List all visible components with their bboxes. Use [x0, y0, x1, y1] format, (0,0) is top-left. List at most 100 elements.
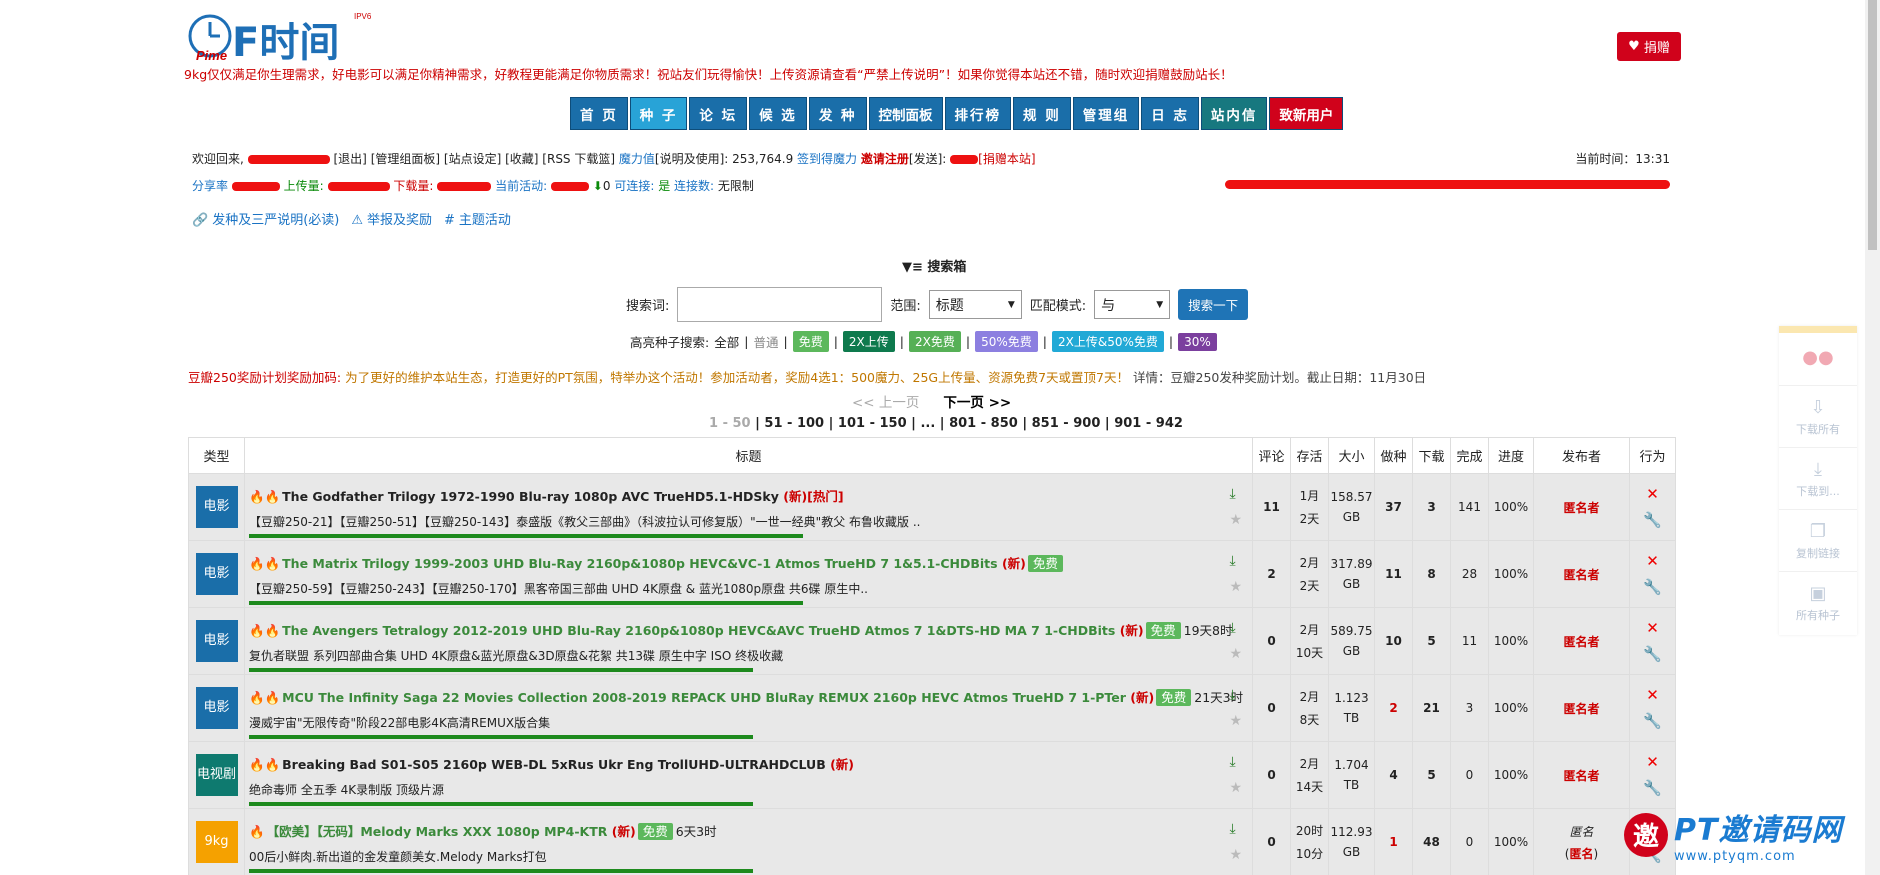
wrench-icon[interactable]: 🔧 [1643, 511, 1662, 529]
nav-offers[interactable]: 候 选 [749, 97, 807, 130]
category-badge[interactable]: 电视剧 [195, 754, 238, 796]
comments-cell[interactable]: 2 [1252, 540, 1291, 608]
leechers-cell[interactable]: 8 [1412, 540, 1451, 608]
col-seeders[interactable]: 做种 [1374, 437, 1413, 474]
comments-cell[interactable]: 0 [1252, 607, 1291, 675]
nav-home[interactable]: 首 页 [570, 97, 628, 130]
close-icon[interactable]: ✕ [1646, 552, 1659, 570]
comments-cell[interactable]: 11 [1252, 473, 1291, 541]
torrent-title-link[interactable]: 【欧美】【无码】Melody Marks XXX 1080p MP4-KTR [267, 824, 608, 839]
search-input[interactable] [677, 287, 883, 322]
comments-cell[interactable]: 0 [1252, 808, 1291, 875]
hl-free[interactable]: 免费 [792, 331, 829, 352]
leechers-cell[interactable]: 48 [1412, 808, 1451, 875]
page-link[interactable]: 851 - 900 [1032, 416, 1101, 431]
search-box-heading[interactable]: ▼≡ 搜索箱 [902, 256, 966, 275]
download-icon[interactable]: ⤓ [1229, 687, 1242, 703]
hl-2xup50[interactable]: 2X上传&50%免费 [1051, 331, 1164, 352]
completed-cell[interactable]: 0 [1450, 741, 1489, 809]
close-icon[interactable]: ✕ [1646, 686, 1659, 704]
search-button[interactable]: 搜索一下 [1178, 289, 1249, 320]
next-page[interactable]: 下一页 >> [943, 391, 1011, 411]
hl-30[interactable]: 30% [1178, 332, 1217, 351]
col-comments[interactable]: 评论 [1252, 437, 1291, 474]
close-icon[interactable]: ✕ [1646, 619, 1659, 637]
hl-2xup[interactable]: 2X上传 [842, 331, 895, 352]
download-icon[interactable]: ⤓ [1229, 553, 1242, 569]
wrench-icon[interactable]: 🔧 [1643, 779, 1662, 797]
bookmark-star-icon[interactable]: ★ [1229, 847, 1242, 863]
bookmark-star-icon[interactable]: ★ [1229, 512, 1242, 528]
bookmark-star-icon[interactable]: ★ [1229, 579, 1242, 595]
nav-log[interactable]: 日 志 [1141, 97, 1199, 130]
logout-link[interactable]: [退出] [333, 152, 366, 166]
close-icon[interactable]: ✕ [1646, 485, 1659, 503]
donate-button[interactable]: ♥ 捐赠 [1617, 32, 1681, 61]
nav-staff[interactable]: 管理组 [1072, 97, 1140, 130]
scrollbar-thumb[interactable] [1868, 0, 1877, 250]
completed-cell[interactable]: 0 [1450, 808, 1489, 875]
rules-link[interactable]: 🔗 发种及三严说明(必读) [192, 209, 339, 228]
nav-upload[interactable]: 发 种 [808, 97, 867, 130]
leechers-cell[interactable]: 21 [1412, 674, 1451, 742]
hl-normal[interactable]: 普通 [753, 332, 778, 351]
all-torrents-button[interactable]: ▣ 所有种子 [1779, 571, 1857, 633]
category-badge[interactable]: 电影 [195, 553, 238, 595]
nav-torrents[interactable]: 种 子 [629, 97, 688, 130]
category-badge[interactable]: 电影 [195, 620, 238, 662]
download-all-button[interactable]: ⇩ 下载所有 [1779, 385, 1857, 447]
download-icon[interactable]: ⤓ [1229, 486, 1242, 502]
col-completed[interactable]: 完成 [1450, 437, 1489, 474]
seeders-cell[interactable]: 10 [1374, 607, 1413, 675]
leechers-cell[interactable]: 3 [1412, 473, 1451, 541]
fav-link[interactable]: [收藏] [505, 152, 538, 166]
category-badge[interactable]: 电影 [195, 486, 238, 528]
col-title[interactable]: 标题 [244, 437, 1253, 474]
hl-2xfree[interactable]: 2X免费 [909, 331, 961, 352]
leechers-cell[interactable]: 5 [1412, 607, 1451, 675]
settings-link[interactable]: [站点设定] [444, 152, 501, 166]
download-icon[interactable]: ⤓ [1229, 754, 1242, 770]
mode-select[interactable]: 与 ▼ [1094, 290, 1171, 319]
completed-cell[interactable]: 141 [1450, 473, 1489, 541]
completed-cell[interactable]: 28 [1450, 540, 1489, 608]
download-icon[interactable]: ⤓ [1229, 821, 1242, 837]
manage-link[interactable]: [管理组面板] [371, 152, 440, 166]
torrent-title-link[interactable]: The Matrix Trilogy 1999-2003 UHD Blu-Ray… [282, 556, 997, 571]
copy-link-button[interactable]: ❐ 复制链接 [1779, 509, 1857, 571]
comments-cell[interactable]: 0 [1252, 741, 1291, 809]
col-uploader[interactable]: 发布者 [1533, 437, 1630, 474]
hl-50free[interactable]: 50%免费 [975, 331, 1038, 352]
wrench-icon[interactable]: 🔧 [1643, 645, 1662, 663]
hl-all[interactable]: 全部 [714, 332, 739, 351]
category-badge[interactable]: 9kg [195, 821, 238, 863]
torrent-title-link[interactable]: MCU The Infinity Saga 22 Movies Collecti… [282, 690, 1126, 705]
col-alive[interactable]: 存活 [1290, 437, 1329, 474]
torrent-title-link[interactable]: The Avengers Tetralogy 2012-2019 UHD Blu… [282, 623, 1115, 638]
page-link[interactable]: 801 - 850 [949, 416, 1018, 431]
leechers-cell[interactable]: 5 [1412, 741, 1451, 809]
seeders-cell[interactable]: 4 [1374, 741, 1413, 809]
nav-usercp[interactable]: 控制面板 [868, 97, 943, 130]
page-link[interactable]: 901 - 942 [1114, 416, 1183, 431]
scrollbar[interactable] [1865, 0, 1880, 875]
close-icon[interactable]: ✕ [1646, 753, 1659, 771]
promo-detail-link[interactable]: 详情：豆瓣250发种奖励计划。截止日期：11月30日 [1133, 370, 1426, 385]
download-icon[interactable]: ⤓ [1229, 620, 1242, 636]
seeders-cell[interactable]: 1 [1374, 808, 1413, 875]
col-size[interactable]: 大小 [1328, 437, 1375, 474]
magic-link[interactable]: 魔力值 [619, 152, 655, 166]
site-logo[interactable]: Pime F时间 IPV6 [184, 10, 374, 62]
torrent-title-link[interactable]: The Godfather Trilogy 1972-1990 Blu-ray … [282, 489, 779, 504]
seeders-cell[interactable]: 37 [1374, 473, 1413, 541]
donate-site-link[interactable]: [捐赠本站] [978, 152, 1035, 166]
col-leechers[interactable]: 下载 [1412, 437, 1451, 474]
category-badge[interactable]: 电影 [195, 687, 238, 729]
nav-newusers[interactable]: 致新用户 [1269, 97, 1344, 130]
wrench-icon[interactable]: 🔧 [1643, 578, 1662, 596]
comments-cell[interactable]: 0 [1252, 674, 1291, 742]
nav-rules[interactable]: 规 则 [1013, 97, 1071, 130]
scope-select[interactable]: 标题 ▼ [928, 290, 1022, 319]
bookmark-star-icon[interactable]: ★ [1229, 713, 1242, 729]
wrench-icon[interactable]: 🔧 [1643, 712, 1662, 730]
